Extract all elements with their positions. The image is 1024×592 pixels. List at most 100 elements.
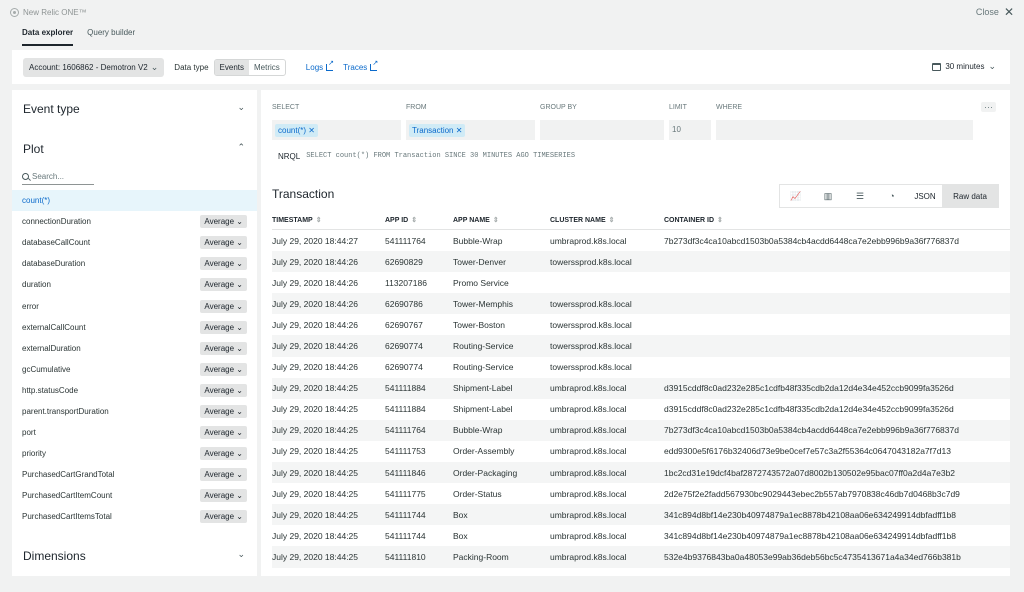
remove-icon[interactable]: ✕ — [308, 126, 315, 135]
attribute-item[interactable]: externalDuration Average ⌄ — [12, 338, 257, 359]
attribute-item[interactable]: PurchasedCartItemCount Average ⌄ — [12, 485, 257, 506]
table-cell: July 29, 2020 18:44:27 — [272, 235, 359, 246]
attribute-name: priority — [22, 449, 47, 459]
pie-chart-icon[interactable]: ◔ — [876, 185, 908, 207]
sort-icon: ⇕ — [717, 216, 723, 224]
attribute-item[interactable]: http.statusCode Average ⌄ — [12, 380, 257, 401]
attribute-item[interactable]: parent.transportDuration Average ⌄ — [12, 401, 257, 422]
tab-query-builder[interactable]: Query builder — [87, 28, 135, 46]
table-cell: July 29, 2020 18:44:26 — [272, 298, 359, 309]
table-cell: Tower-Memphis — [453, 298, 513, 309]
aggregation-select[interactable]: Average ⌄ — [200, 257, 247, 271]
aggregation-label: Average — [204, 428, 235, 438]
where-field[interactable] — [716, 120, 973, 140]
raw-data-button[interactable]: Raw data — [942, 185, 998, 207]
attribute-item[interactable]: databaseCallCount Average ⌄ — [12, 232, 257, 253]
close-button[interactable]: Close ✕ — [976, 6, 1014, 18]
close-icon: ✕ — [1003, 5, 1014, 19]
limit-label: LIMIT — [669, 104, 687, 111]
attribute-name: PurchasedCartItemCount — [22, 491, 113, 501]
group-by-field[interactable] — [540, 120, 664, 140]
table-cell: Order-Packaging — [453, 467, 518, 478]
table-row: July 29, 2020 18:44:26 62690829 Tower-Denv… — [272, 251, 1010, 273]
table-cell: Tower-Denver — [453, 256, 506, 267]
attribute-name: databaseDuration — [22, 259, 86, 269]
aggregation-label: Average — [204, 301, 235, 311]
attribute-name: externalDuration — [22, 343, 81, 353]
attribute-item[interactable]: PurchasedCartItemsTotal Average ⌄ — [12, 506, 257, 527]
attribute-item[interactable]: count(*) — [12, 190, 257, 212]
data-type-metrics[interactable]: Metrics — [249, 60, 285, 75]
attribute-item[interactable]: error Average ⌄ — [12, 295, 257, 316]
aggregation-select[interactable]: Average ⌄ — [200, 510, 247, 524]
aggregation-select[interactable]: Average ⌄ — [200, 383, 247, 397]
aggregation-select[interactable]: Average ⌄ — [200, 215, 247, 229]
bar-chart-icon[interactable]: ▥ — [812, 185, 844, 207]
aggregation-select[interactable]: Average ⌄ — [200, 468, 247, 482]
aggregation-select[interactable]: Average ⌄ — [200, 447, 247, 461]
remove-icon[interactable]: ✕ — [456, 126, 463, 135]
group-by-label: GROUP BY — [540, 104, 577, 111]
limit-field[interactable]: 10 — [669, 120, 711, 140]
aggregation-select[interactable]: Average ⌄ — [200, 299, 247, 313]
limit-value: 10 — [672, 125, 681, 134]
plot-section[interactable]: Plot ⌃ — [23, 142, 245, 156]
event-type-section[interactable]: Event type ⌄ — [23, 102, 245, 116]
aggregation-select[interactable]: Average ⌄ — [200, 341, 247, 355]
time-picker[interactable]: 30 minutes ⌄ — [932, 61, 996, 72]
table-cell: 541111846 — [385, 467, 426, 478]
select-field[interactable]: count(*) ✕ — [272, 120, 401, 140]
column-header[interactable]: TIMESTAMP ⇕ — [272, 216, 385, 224]
data-type-events[interactable]: Events — [214, 59, 250, 75]
aggregation-select[interactable]: Average ⌄ — [200, 362, 247, 376]
column-header[interactable]: APP ID ⇕ — [385, 216, 453, 224]
search-placeholder: Search... — [32, 172, 65, 181]
aggregation-label: Average — [204, 449, 235, 459]
attribute-item[interactable]: port Average ⌄ — [12, 422, 257, 443]
table-cell: towerssprod.k8s.local — [550, 256, 632, 267]
column-header[interactable]: CLUSTER NAME ⇕ — [550, 216, 664, 224]
account-selector[interactable]: Account: 1606862 - Demotron V2 ⌄ — [23, 57, 165, 77]
attribute-item[interactable]: priority Average ⌄ — [12, 443, 257, 464]
column-header[interactable]: CONTAINER ID ⇕ — [664, 216, 1010, 224]
where-label: WHERE — [716, 104, 743, 111]
logs-link[interactable]: Logs — [306, 59, 334, 72]
calendar-icon — [932, 62, 942, 71]
attribute-item[interactable]: connectionDuration Average ⌄ — [12, 211, 257, 232]
from-field[interactable]: Transaction ✕ — [406, 120, 535, 140]
attribute-name: databaseCallCount — [22, 238, 91, 248]
aggregation-select[interactable]: Average ⌄ — [200, 489, 247, 503]
line-chart-icon[interactable]: 📈 — [780, 185, 812, 207]
table-cell: Shipment-Label — [453, 404, 513, 415]
aggregation-select[interactable]: Average ⌄ — [200, 404, 247, 418]
aggregation-label: Average — [204, 406, 235, 416]
dimensions-section[interactable]: Dimensions ⌄ — [23, 549, 245, 563]
close-label: Close — [975, 7, 999, 17]
table-cell: 541111744 — [385, 509, 426, 520]
more-options-icon[interactable]: ··· — [981, 102, 996, 112]
table-view-icon[interactable]: ☰ — [844, 185, 876, 207]
select-pill[interactable]: count(*) ✕ — [275, 124, 318, 137]
aggregation-select[interactable]: Average ⌄ — [200, 320, 247, 334]
aggregation-select[interactable]: Average ⌄ — [200, 426, 247, 440]
aggregation-select[interactable]: Average ⌄ — [200, 236, 247, 250]
attribute-search[interactable]: Search... — [22, 169, 94, 185]
data-type-toggle: Events Metrics — [213, 58, 286, 76]
chevron-down-icon: ⌄ — [234, 406, 243, 416]
attribute-item[interactable]: databaseDuration Average ⌄ — [12, 253, 257, 274]
attribute-item[interactable]: gcCumulative Average ⌄ — [12, 359, 257, 380]
attribute-item[interactable]: PurchasedCartGrandTotal Average ⌄ — [12, 464, 257, 485]
attribute-item[interactable]: duration Average ⌄ — [12, 274, 257, 295]
traces-link[interactable]: Traces — [343, 59, 378, 72]
from-pill[interactable]: Transaction ✕ — [409, 124, 466, 137]
table-row: July 29, 2020 18:44:26 62690786 Tower-Memp… — [272, 293, 1010, 315]
attribute-name: gcCumulative — [22, 364, 71, 374]
tab-data-explorer[interactable]: Data explorer — [22, 28, 74, 46]
attribute-item[interactable]: externalCallCount Average ⌄ — [12, 317, 257, 338]
attribute-name: PurchasedCartItemsTotal — [22, 512, 112, 522]
table-cell: 62690786 — [385, 298, 423, 309]
column-header[interactable]: APP NAME ⇕ — [453, 216, 550, 224]
table-cell: July 29, 2020 18:44:26 — [272, 319, 359, 330]
aggregation-select[interactable]: Average ⌄ — [200, 278, 247, 292]
json-view-button[interactable]: JSON — [908, 185, 942, 207]
